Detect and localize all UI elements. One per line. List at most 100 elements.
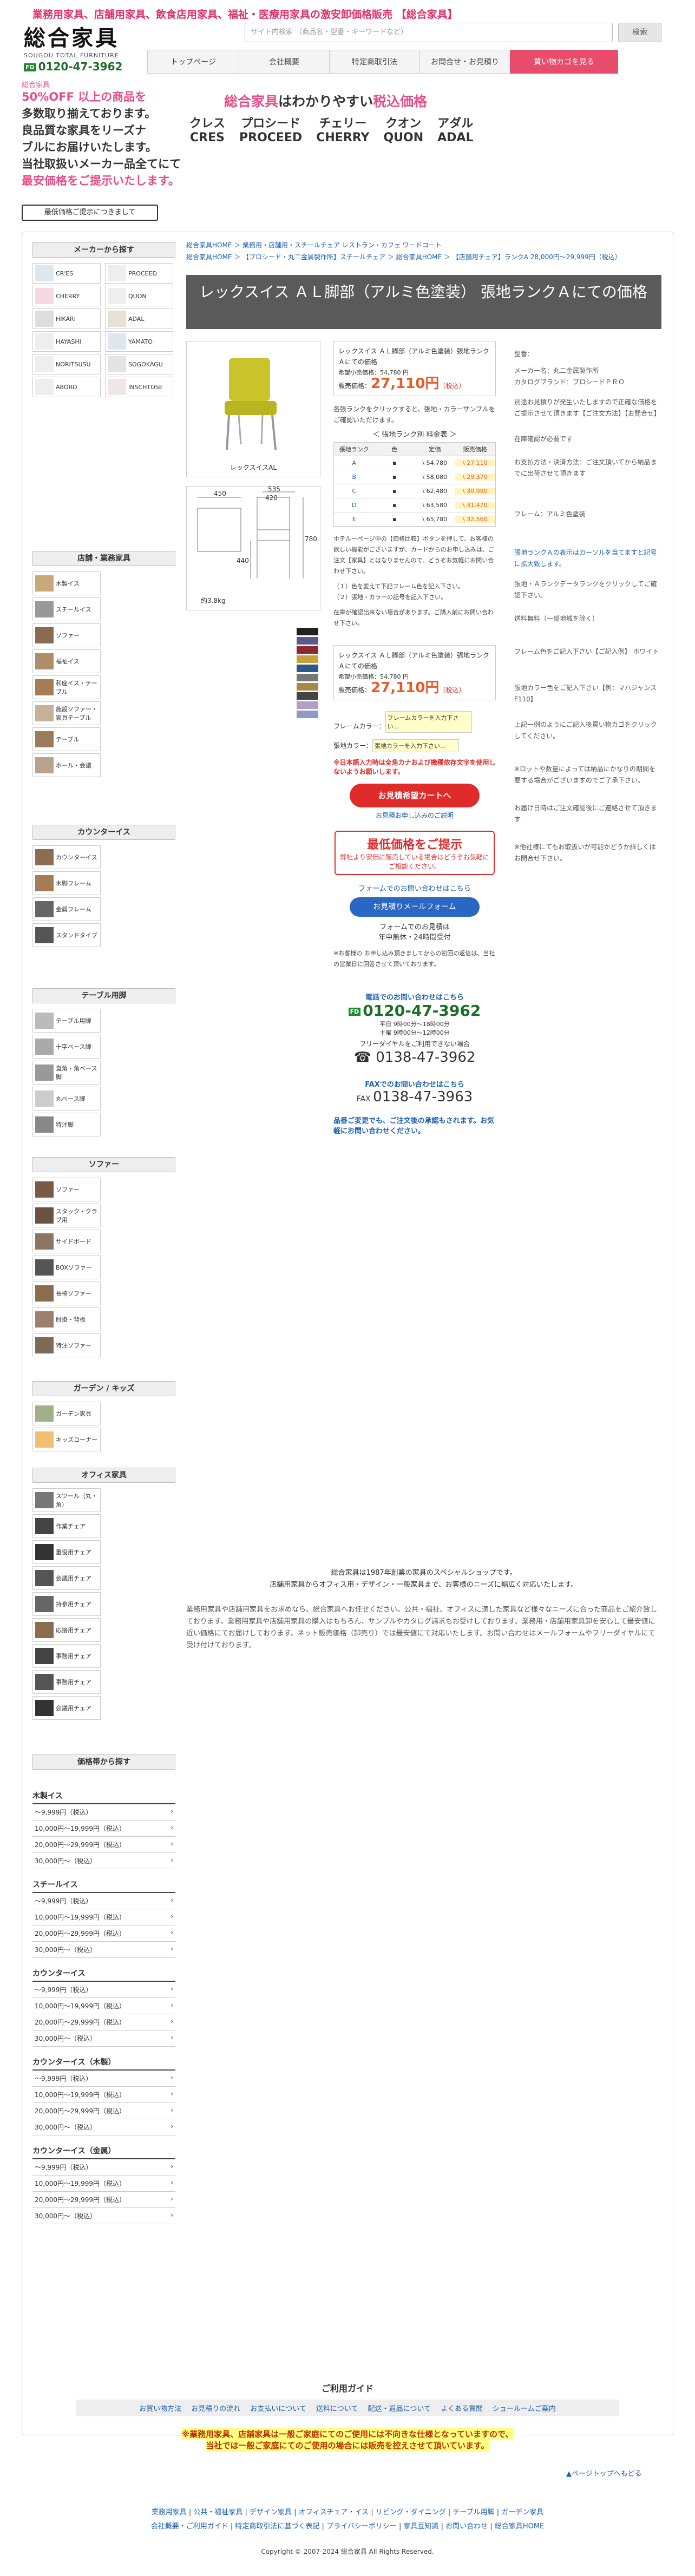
footer-link[interactable]: 家具豆知識 [403, 2522, 438, 2531]
office-item[interactable]: スツール（丸・角） [32, 1488, 101, 1512]
price-range-item[interactable]: 30,000円〜（税込） › [32, 1853, 175, 1869]
rank-cell[interactable]: A [334, 459, 375, 466]
brand-cherry[interactable]: チェリー CHERRY [316, 117, 369, 145]
price-range-item[interactable]: 〜9,999円（税込） › [32, 1804, 175, 1821]
add-to-quote-cart-button[interactable]: お見積希望カートへ [350, 784, 480, 807]
footer-link[interactable]: 公共・福祉家具 [193, 2508, 242, 2516]
shop-item[interactable]: 施設ソファー・家具テーブル [32, 701, 101, 725]
footer-link[interactable]: リビング・ダイニング [376, 2508, 446, 2516]
breadcrumb-link[interactable]: 総合家具HOME [186, 241, 232, 249]
shop-item[interactable]: スチールイス [32, 597, 101, 621]
shop-item[interactable]: ホール・会議 [32, 753, 101, 777]
sofa-item[interactable]: ソファー [32, 1178, 101, 1201]
shop-item[interactable]: 福祉イス [32, 649, 101, 673]
search-input[interactable]: サイト内検索 （商品名・型番・キーワードなど） [245, 23, 613, 42]
footer-link[interactable]: オフィスチェア・イス [299, 2508, 369, 2516]
office-item[interactable]: 事務用チェア [32, 1644, 101, 1668]
price-range-item[interactable]: 30,000円〜（税込） › [32, 2030, 175, 2047]
shop-item[interactable]: 和座イス・テーブル [32, 675, 101, 699]
rank-cell[interactable]: C [334, 488, 375, 495]
price-range-item[interactable]: 〜9,999円（税込） › [32, 1893, 175, 1909]
tel-number[interactable]: 0138-47-3962 [376, 1049, 475, 1066]
office-item[interactable]: 作業チェア [32, 1514, 101, 1538]
nav-cart[interactable]: 買い物カゴを見る [510, 50, 618, 74]
maker-item[interactable]: YAMATO [105, 331, 173, 352]
sofa-item[interactable]: 特注ソファー [32, 1333, 101, 1357]
footer-link[interactable]: お問い合わせ [445, 2522, 488, 2531]
footer-link[interactable]: プライバシーポリシー [326, 2522, 397, 2531]
rank-row[interactable]: A ▪ \ 54,780 \ 27,110 [334, 456, 495, 470]
guide-link[interactable]: 配送・返品について [368, 2403, 431, 2413]
rank-row[interactable]: D ▪ \ 63,580 \ 31,470 [334, 498, 495, 512]
price-range-item[interactable]: 〜9,999円（税込） › [32, 2071, 175, 2087]
quote-explanation-link[interactable]: お見積お申し込みのご説明 [376, 812, 454, 819]
office-item[interactable]: 会議用チェア [32, 1696, 101, 1720]
table-item[interactable]: 十字ベース脚 [32, 1035, 101, 1059]
footer-link[interactable]: 業務用家具 [152, 2508, 187, 2516]
guide-link[interactable]: お買い物方法 [139, 2403, 181, 2413]
price-range-item[interactable]: 10,000円〜19,999円（税込） › [32, 2087, 175, 2103]
frame-color-input[interactable]: フレームカラーを入力下さい... [385, 711, 472, 733]
breadcrumb-link[interactable]: 【店舗用チェア】ランクA 28,000円〜29,999円（税込） [453, 253, 621, 261]
breadcrumb-link[interactable]: 業務用・店舗用・スチールチェア レストラン・カフェ ワードコート [242, 241, 442, 249]
rank-row[interactable]: E ▪ \ 65,780 \ 32,560 [334, 512, 495, 527]
price-range-item[interactable]: 20,000円〜29,999円（税込） › [32, 1837, 175, 1853]
price-range-item[interactable]: 10,000円〜19,999円（税込） › [32, 1909, 175, 1926]
footer-link[interactable]: 総合家具HOME [495, 2522, 544, 2531]
price-range-item[interactable]: 20,000円〜29,999円（税込） › [32, 2192, 175, 2208]
guide-link[interactable]: お見積りの流れ [191, 2403, 240, 2413]
nav-contact[interactable]: お問合せ・お見積り [419, 50, 510, 74]
price-range-item[interactable]: 〜9,999円（税込） › [32, 1982, 175, 1998]
office-item[interactable]: 応接用チェア [32, 1618, 101, 1642]
brand-quon[interactable]: クオン QUON [383, 117, 423, 145]
office-item[interactable]: 重役用チェア [32, 1540, 101, 1564]
maker-item[interactable]: HAYASHI [32, 331, 101, 352]
email-form-button[interactable]: お見積りメールフォーム [350, 897, 480, 917]
counter-item[interactable]: 木脚フレーム [32, 871, 101, 895]
garden-item[interactable]: キッズコーナー [32, 1428, 101, 1451]
price-range-item[interactable]: 30,000円〜（税込） › [32, 2208, 175, 2224]
price-range-item[interactable]: 10,000円〜19,999円（税込） › [32, 2176, 175, 2192]
maker-item[interactable]: ABORD [32, 377, 101, 397]
maker-item[interactable]: NORITSUSU [32, 354, 101, 374]
table-item[interactable]: 直角・角ベース脚 [32, 1061, 101, 1085]
rank-cell[interactable]: B [334, 474, 375, 481]
rank-cell[interactable]: D [334, 502, 375, 509]
footer-link[interactable]: テーブル用脚 [453, 2508, 494, 2516]
maker-item[interactable]: CR'ES [32, 263, 101, 284]
sofa-item[interactable]: 肘掛・背板 [32, 1307, 101, 1331]
rank-cell[interactable]: E [334, 516, 375, 523]
breadcrumb-link[interactable]: 【プロシード・丸二金属製作所】スチールチェア [242, 253, 385, 261]
sofa-item[interactable]: BOXソファー [32, 1256, 101, 1279]
sofa-item[interactable]: サイドボード [32, 1230, 101, 1253]
guide-link[interactable]: よくある質問 [441, 2403, 483, 2413]
counter-item[interactable]: 金属フレーム [32, 897, 101, 921]
rank-row[interactable]: B ▪ \ 58,080 \ 29,370 [334, 470, 495, 484]
office-item[interactable]: 持参用チェア [32, 1592, 101, 1616]
guide-link[interactable]: 送料について [316, 2403, 358, 2413]
product-image[interactable]: レックスイスAL [186, 341, 320, 477]
shop-item[interactable]: ソファー [32, 623, 101, 647]
office-item[interactable]: 会議用チェア [32, 1566, 101, 1590]
sofa-item[interactable]: スタック・クラブ用 [32, 1204, 101, 1227]
brand-adal[interactable]: アダル ADAL [437, 117, 473, 145]
maker-item[interactable]: HIKARI [32, 308, 101, 329]
price-range-item[interactable]: 30,000円〜（税込） › [32, 1942, 175, 1958]
counter-item[interactable]: カウンターイス [32, 845, 101, 869]
table-item[interactable]: テーブル用脚 [32, 1009, 101, 1033]
search-button[interactable]: 検索 [618, 23, 661, 42]
fabric-color-input[interactable]: 張地カラーを入力下さい... [372, 739, 460, 752]
brand-proceed[interactable]: プロシード PROCEED [239, 117, 302, 145]
office-item[interactable]: 事務用チェア [32, 1670, 101, 1694]
maker-item[interactable]: QUON [105, 286, 173, 306]
shop-item[interactable]: テーブル [32, 727, 101, 751]
maker-item[interactable]: CHERRY [32, 286, 101, 306]
nav-legal[interactable]: 特定商取引法 [329, 50, 420, 74]
table-item[interactable]: 丸ベース脚 [32, 1087, 101, 1110]
counter-item[interactable]: スタンドタイプ [32, 923, 101, 947]
price-range-item[interactable]: 10,000円〜19,999円（税込） › [32, 1821, 175, 1837]
breadcrumb-link[interactable]: 総合家具HOME [186, 253, 232, 261]
price-range-item[interactable]: 20,000円〜29,999円（税込） › [32, 2014, 175, 2030]
maker-item[interactable]: PROCEED [105, 263, 173, 284]
price-range-item[interactable]: 30,000円〜（税込） › [32, 2119, 175, 2135]
